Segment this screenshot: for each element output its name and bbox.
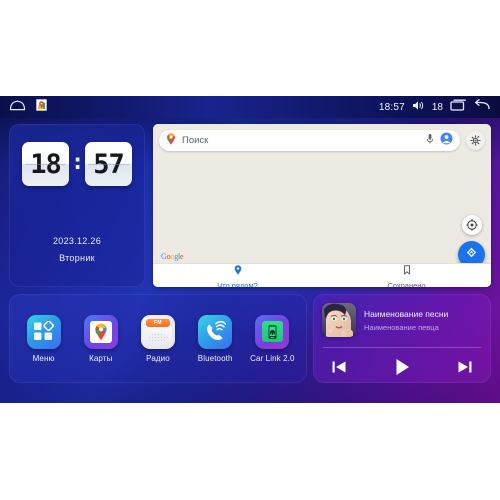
microphone-icon[interactable]: [426, 132, 434, 150]
nav-item-nearby[interactable]: Что рядом?: [153, 264, 322, 287]
app-menu-label: Меню: [32, 353, 55, 363]
google-maps-icon: [83, 314, 118, 349]
clock-minutes: 57: [93, 148, 125, 180]
app-car-link[interactable]: Car Link 2.0: [245, 314, 299, 363]
nav-item-saved-label: Сохранено: [387, 280, 426, 288]
volume-icon[interactable]: [412, 98, 425, 116]
account-avatar-icon[interactable]: [440, 132, 453, 150]
map-search-row: Поиск: [159, 130, 485, 151]
car-link-icon: [255, 314, 290, 349]
music-now-playing: Наименование песни Наименование певца: [322, 303, 482, 337]
app-car-link-label: Car Link 2.0: [250, 353, 295, 363]
play-button[interactable]: [392, 357, 412, 377]
back-arrow-icon[interactable]: [474, 98, 491, 116]
previous-track-button[interactable]: [331, 359, 347, 375]
map-pin-icon: [166, 132, 176, 150]
search-input[interactable]: Поиск: [159, 130, 460, 151]
layers-settings-icon[interactable]: [466, 131, 485, 150]
search-placeholder-text: Поиск: [182, 135, 209, 146]
bookmark-icon: [403, 262, 411, 280]
clock-hours-card: 18: [22, 142, 69, 186]
google-watermark: Google: [161, 252, 184, 261]
music-player-widget: Наименование песни Наименование певца: [313, 294, 491, 383]
next-track-button[interactable]: [457, 359, 473, 375]
clock-colon: :: [71, 149, 85, 175]
weekday-text: Вторник: [59, 253, 95, 263]
clock-date-widget[interactable]: 18 : 57 2023.12.26 Вторник: [9, 124, 145, 287]
compass-icon[interactable]: [462, 215, 482, 235]
music-artist-name: Наименование певца: [364, 322, 439, 332]
radio-band-label: FM: [154, 319, 162, 326]
app-menu[interactable]: Меню: [17, 314, 71, 363]
navigation-arrow-icon: [466, 245, 477, 263]
app-radio-label: Радио: [146, 353, 170, 363]
clock-minutes-card: 57: [85, 142, 132, 186]
clock-hours: 18: [30, 148, 62, 180]
nav-item-saved[interactable]: Сохранено: [322, 264, 491, 287]
home-icon[interactable]: [9, 98, 26, 116]
car-head-unit-screen: 18:57 18 18: 57 2023.12.26 Вторник Поис…: [0, 96, 500, 403]
date-block: 2023.12.26 Вторник: [9, 236, 145, 263]
music-divider: [323, 347, 481, 348]
music-transport-controls: [323, 354, 481, 379]
music-text-block: Наименование песни Наименование певца: [364, 309, 448, 332]
app-bluetooth[interactable]: Bluetooth: [188, 314, 242, 363]
app-radio[interactable]: FM Радио: [131, 314, 185, 363]
google-maps-widget[interactable]: Поиск Google Что рядом? Сохранено: [153, 124, 491, 287]
status-bar: 18:57 18: [0, 96, 500, 118]
google-maps-icon[interactable]: [36, 98, 47, 116]
app-dock: Меню Карты FM Радио Bluetooth Car Link 2…: [9, 294, 307, 383]
music-track-title: Наименование песни: [364, 308, 449, 319]
flip-clock: 18 : 57: [9, 142, 145, 186]
app-bluetooth-label: Bluetooth: [197, 353, 233, 363]
nav-item-nearby-label: Что рядом?: [217, 280, 258, 288]
bluetooth-phone-icon: [198, 314, 233, 349]
status-clock: 18:57: [378, 101, 405, 113]
location-pin-icon: [234, 262, 242, 280]
volume-level: 18: [431, 101, 443, 113]
recent-apps-icon[interactable]: [450, 98, 467, 116]
maps-bottom-nav: Что рядом? Сохранено: [153, 263, 491, 287]
app-maps-label: Карты: [89, 353, 113, 363]
radio-icon: FM: [140, 314, 175, 349]
app-maps[interactable]: Карты: [74, 314, 128, 363]
date-text: 2023.12.26: [52, 236, 102, 246]
album-cover-art[interactable]: [322, 303, 356, 337]
grid-apps-icon: [26, 314, 61, 349]
